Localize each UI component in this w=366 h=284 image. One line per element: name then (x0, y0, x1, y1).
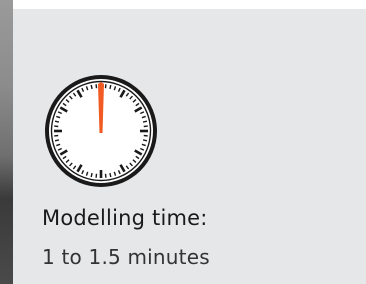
background-image-edge (0, 0, 13, 284)
minor-tick (142, 120, 148, 123)
top-divider (13, 0, 366, 9)
minor-tick (54, 139, 60, 142)
stopwatch-icon (45, 75, 157, 187)
minor-tick (90, 172, 93, 178)
minor-tick (142, 139, 148, 142)
minor-tick (109, 172, 112, 178)
minor-tick (109, 84, 112, 90)
minor-tick (90, 84, 93, 90)
minor-tick (54, 120, 60, 123)
modelling-time-value: 1 to 1.5 minutes (42, 245, 210, 269)
modelling-time-label: Modelling time: (42, 206, 208, 230)
info-card: Modelling time: 1 to 1.5 minutes (13, 9, 366, 284)
